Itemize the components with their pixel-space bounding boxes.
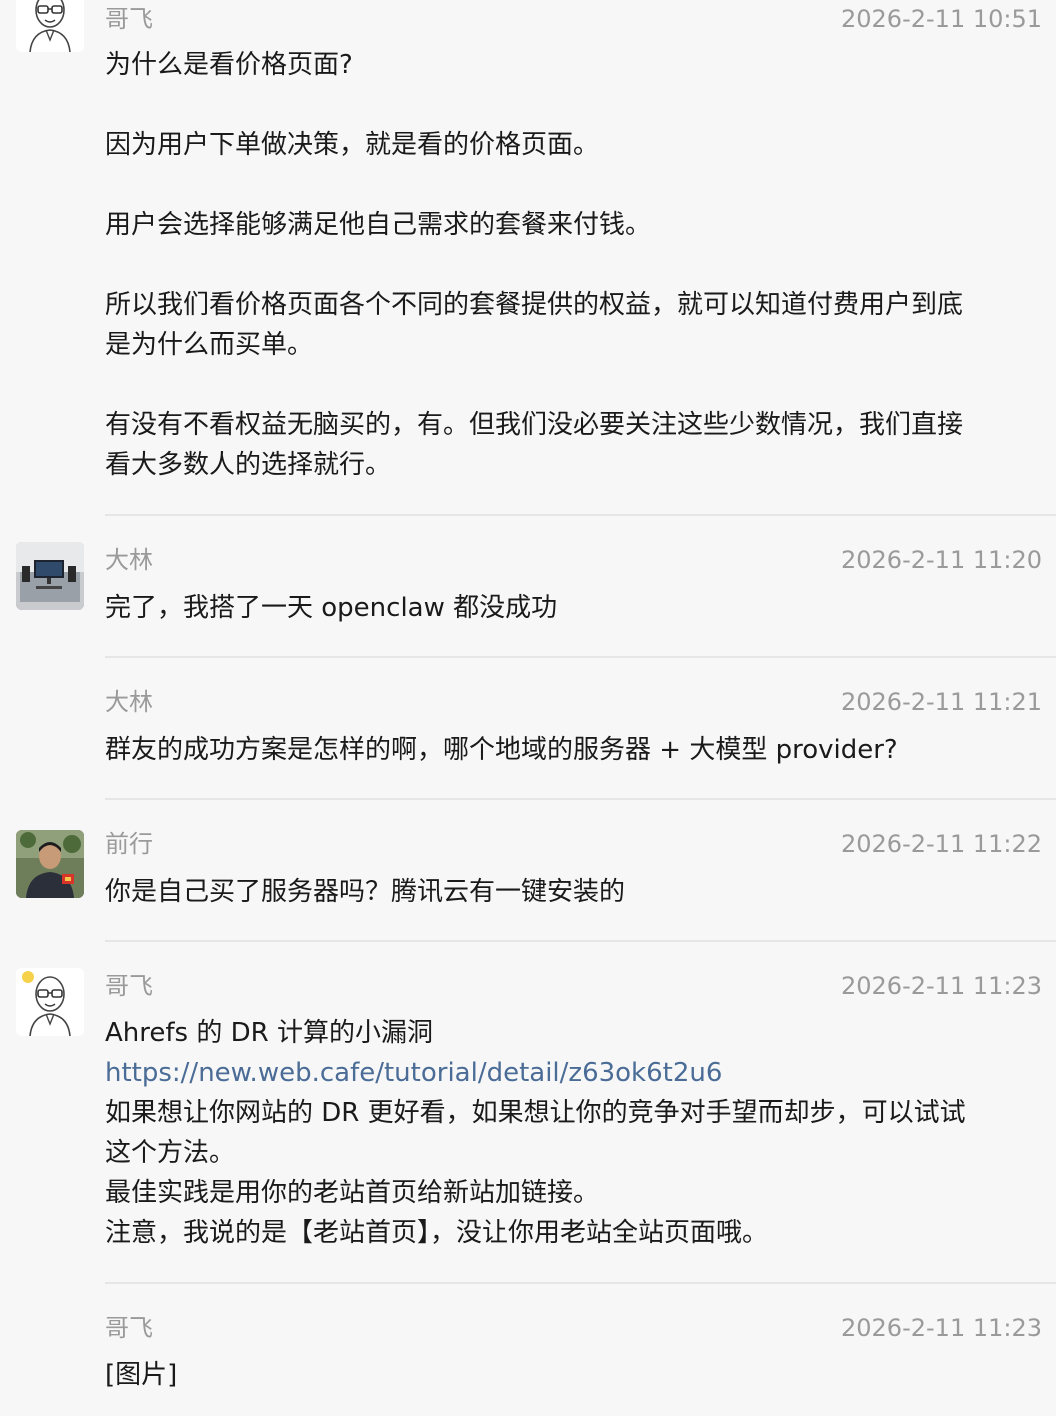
message-item: 哥飞 2026-2-11 10:51 为什么是看价格页面? 因为用户下单做决策，… [0,0,1056,516]
message-line: 有没有不看权益无脑买的，有。但我们没必要关注这些少数情况，我们直接 [105,410,964,440]
sender-name[interactable]: 哥飞 [105,4,153,34]
message-item: 大林 2026-2-11 11:20 完了，我搭了一天 openclaw 都没成… [0,516,1056,658]
sender-name[interactable]: 哥飞 [105,1313,153,1343]
message-time: 2026-2-11 11:22 [841,830,1042,858]
message-time: 2026-2-11 11:23 [841,1314,1042,1342]
user-avatar[interactable] [16,0,84,52]
message-time: 2026-2-11 11:20 [841,546,1042,574]
message-item: 大林 2026-2-11 11:21 群友的成功方案是怎样的啊，哪个地域的服务器… [0,658,1056,800]
message-line: 完了，我搭了一天 openclaw 都没成功 [105,593,558,623]
tutorial-link[interactable]: https://new.web.cafe/tutorial/detail/z63… [105,1053,1030,1093]
message-line: 群友的成功方案是怎样的啊，哪个地域的服务器 + 大模型 provider? [105,735,898,765]
message-line: 所以我们看价格页面各个不同的套餐提供的权益，就可以知道付费用户到底 [105,290,964,320]
sender-name[interactable]: 大林 [105,545,153,575]
message-time: 2026-2-11 10:51 [841,5,1042,33]
message-time: 2026-2-11 11:21 [841,688,1042,716]
message-line: 如果想让你网站的 DR 更好看，如果想让你的竞争对手望而却步，可以试试 [105,1098,966,1128]
desk-monitor-photo-icon [16,542,84,610]
user-avatar[interactable] [16,968,84,1036]
message-body: 群友的成功方案是怎样的啊，哪个地域的服务器 + 大模型 provider? [105,730,1030,770]
message-line: 这个方法。 [105,1138,236,1168]
message-line: 看大多数人的选择就行。 [105,450,392,480]
sender-name[interactable]: 大林 [105,687,153,717]
message-line: Ahrefs 的 DR 计算的小漏洞 [105,1018,433,1048]
cartoon-glasses-man-icon [16,0,84,52]
message-line: 用户会选择能够满足他自己需求的套餐来付钱。 [105,210,652,240]
chat-history[interactable]: 哥飞 2026-2-11 10:51 为什么是看价格页面? 因为用户下单做决策，… [0,0,1056,1416]
sender-name[interactable]: 哥飞 [105,971,153,1001]
message-line: 是为什么而买单。 [105,330,314,360]
message-line: 因为用户下单做决策，就是看的价格页面。 [105,130,600,160]
message-body: [图片] [105,1355,1030,1395]
message-item: 哥飞 2026-2-11 11:23 Ahrefs 的 DR 计算的小漏洞 ht… [0,942,1056,1284]
cartoon-glasses-man-icon [16,968,84,1036]
user-avatar[interactable] [16,830,84,898]
person-photo-icon [16,830,84,898]
message-item: 哥飞 2026-2-11 11:23 [图片] [0,1284,1056,1416]
message-body: 你是自己买了服务器吗？腾讯云有一键安装的 [105,872,1030,912]
message-body: 为什么是看价格页面? 因为用户下单做决策，就是看的价格页面。 用户会选择能够满足… [105,45,1030,485]
message-item: 前行 2026-2-11 11:22 你是自己买了服务器吗？腾讯云有一键安装的 [0,800,1056,942]
image-placeholder[interactable]: [图片] [105,1355,1030,1395]
message-line: 你是自己买了服务器吗？腾讯云有一键安装的 [105,877,626,907]
message-time: 2026-2-11 11:23 [841,972,1042,1000]
message-body: Ahrefs 的 DR 计算的小漏洞 https://new.web.cafe/… [105,1013,1030,1253]
message-line: 为什么是看价格页面? [105,50,353,80]
user-avatar[interactable] [16,542,84,610]
message-body: 完了，我搭了一天 openclaw 都没成功 [105,588,1030,628]
message-line: 最佳实践是用你的老站首页给新站加链接。 [105,1178,600,1208]
sender-name[interactable]: 前行 [105,829,153,859]
message-line: 注意，我说的是【老站首页】，没让你用老站全站页面哦。 [105,1218,769,1248]
